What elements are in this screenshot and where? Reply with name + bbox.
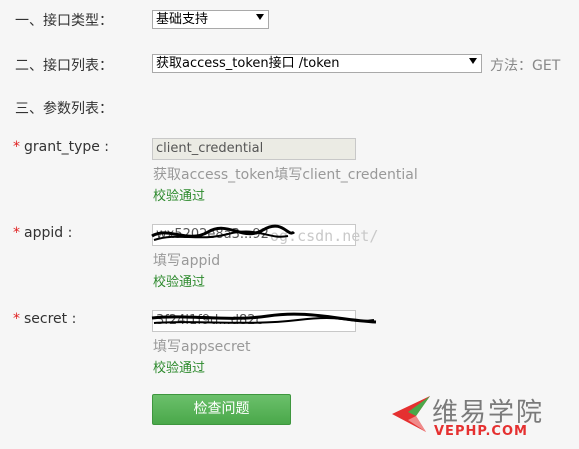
secret-label-text: secret : (24, 311, 77, 327)
appid-status: 校验通过 (153, 275, 206, 290)
params-list-label: 三、参数列表： (15, 101, 113, 117)
secret-label: * secret : (13, 311, 76, 327)
interface-list-value: 获取access_token接口 /token (156, 56, 340, 71)
chevron-down-icon (469, 58, 477, 64)
appid-label: * appid : (13, 225, 72, 241)
chevron-down-icon (256, 14, 264, 20)
blog-watermark-text: og.csdn.net/ (270, 227, 379, 245)
secret-hint: 填写appsecret (153, 339, 251, 355)
secret-input[interactable]: 3f24l1f9d...d82c (152, 310, 356, 332)
interface-type-select[interactable]: 基础支持 (152, 10, 269, 29)
grant-type-hint: 获取access_token填写client_credential (153, 167, 418, 183)
check-issue-button[interactable]: 检查问题 (152, 394, 291, 425)
grant-type-label: * grant_type : (13, 139, 109, 155)
required-asterisk: * (13, 225, 20, 241)
grant-type-status: 校验通过 (153, 189, 206, 204)
secret-status: 校验通过 (153, 361, 206, 376)
logo-sub-text: VEPHP.COM (434, 424, 528, 439)
interface-list-label: 二、接口列表： (15, 58, 113, 74)
interface-type-value: 基础支持 (156, 12, 209, 27)
vephp-logo-icon (392, 396, 430, 432)
http-method-text: 方法：GET (490, 58, 561, 74)
appid-hint: 填写appid (153, 253, 221, 269)
grant-type-label-text: grant_type : (24, 139, 110, 155)
interface-type-label: 一、接口类型： (15, 13, 113, 29)
required-asterisk: * (13, 311, 20, 327)
grant-type-input[interactable]: client_credential (152, 138, 356, 160)
appid-label-text: appid : (24, 225, 73, 241)
required-asterisk: * (13, 139, 20, 155)
interface-list-select[interactable]: 获取access_token接口 /token (152, 54, 482, 73)
